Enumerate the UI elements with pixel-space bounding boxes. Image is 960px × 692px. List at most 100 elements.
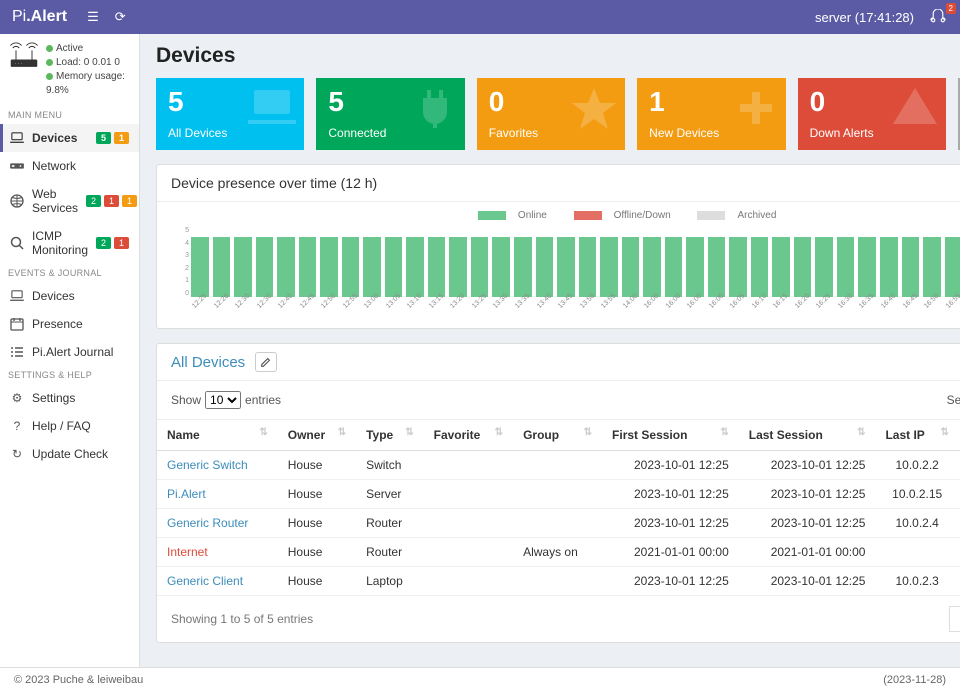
laptop-icon: [10, 132, 24, 144]
sidebar-label: ICMP Monitoring: [32, 229, 88, 257]
sidebar-label: Devices: [32, 131, 77, 145]
refresh-icon: ↻: [10, 447, 24, 461]
col-last-ip[interactable]: Last IP⇅: [875, 420, 958, 451]
sidebar-label: Devices: [32, 289, 75, 303]
show-label: Show: [171, 393, 201, 407]
device-name-link[interactable]: Generic Switch: [157, 451, 278, 480]
chart-bar: [923, 237, 941, 297]
laptop-icon: [10, 290, 24, 302]
chart-bar: [643, 237, 661, 297]
col-owner[interactable]: Owner⇅: [278, 420, 356, 451]
sidebar: Active Load: 0 0.01 0 Memory usage: 9.8%…: [0, 34, 140, 667]
chart-bar: [902, 237, 920, 297]
scan-icon[interactable]: 2: [928, 9, 948, 25]
server-label[interactable]: server (17:41:28): [815, 10, 914, 25]
col-first-session[interactable]: First Session⇅: [602, 420, 739, 451]
footer-right: (2023-11-28): [883, 674, 946, 686]
sidebar-item-presence[interactable]: Presence: [0, 310, 139, 338]
sidebar-item-settings[interactable]: ⚙ Settings: [0, 384, 139, 412]
refresh-icon[interactable]: ⟳: [115, 9, 126, 25]
tile-connected[interactable]: 5Connected: [316, 78, 464, 150]
sidebar-label: Web Services: [32, 187, 78, 215]
sidebar-item-web[interactable]: Web Services 211: [0, 180, 139, 222]
col-group[interactable]: Group⇅: [513, 420, 602, 451]
col-type[interactable]: Type⇅: [356, 420, 424, 451]
chart-bar: [686, 237, 704, 297]
pagesize-select[interactable]: 10: [205, 391, 241, 409]
menu-header-events: EVENTS & JOURNAL: [0, 264, 139, 282]
chart-bar: [449, 237, 467, 297]
device-name-link[interactable]: Generic Client: [157, 567, 278, 596]
chart-bar: [191, 237, 209, 297]
sidebar-item-network[interactable]: Network: [0, 152, 139, 180]
edit-columns-button[interactable]: [255, 352, 277, 372]
summary-tiles: 5All Devices5Connected0Favorites1New Dev…: [156, 78, 960, 150]
table-row: Generic ClientHouseLaptop2023-10-01 12:2…: [157, 567, 960, 596]
col-favorite[interactable]: Favorite⇅: [424, 420, 513, 451]
devices-table-panel: All Devices Show 10 entries Search: Name…: [156, 343, 960, 643]
menu-toggle-icon[interactable]: ☰: [87, 9, 99, 25]
sidebar-item-update[interactable]: ↻ Update Check: [0, 440, 139, 468]
chart-panel: Device presence over time (12 h) Online …: [156, 164, 960, 329]
sidebar-item-journal[interactable]: Pi.Alert Journal: [0, 338, 139, 366]
chart-bar: [600, 237, 618, 297]
entries-label: entries: [245, 393, 281, 407]
table-row: InternetHouseRouterAlways on2021-01-01 0…: [157, 538, 960, 567]
globe-icon: [10, 194, 24, 208]
chart-bar: [708, 237, 726, 297]
page-title: Devices: [156, 44, 960, 68]
tile-down-alerts[interactable]: 0Down Alerts: [798, 78, 946, 150]
chart-legend: Online Offline/Down Archived: [171, 210, 960, 223]
device-name-link[interactable]: Internet: [157, 538, 278, 567]
chart-bar: [665, 237, 683, 297]
top-header: Pi.Alert ☰ ⟳ server (17:41:28) 2: [0, 0, 960, 34]
chart-bar: [815, 237, 833, 297]
sidebar-label: Update Check: [32, 447, 108, 461]
prev-button[interactable]: Previous: [949, 606, 960, 632]
tab-all-devices[interactable]: All Devices: [171, 354, 245, 371]
chart-bar: [622, 237, 640, 297]
chart-bar: [406, 237, 424, 297]
bar-chart: 543210: [171, 227, 960, 297]
network-icon: [10, 160, 24, 172]
col-last-session[interactable]: Last Session⇅: [739, 420, 876, 451]
chart-bar: [256, 237, 274, 297]
footer-left: © 2023 Puche & leiweibau: [14, 674, 143, 686]
chart-bar: [945, 237, 960, 297]
chart-bar: [579, 237, 597, 297]
chart-bar: [213, 237, 231, 297]
help-icon: ?: [10, 419, 24, 433]
tile-all-devices[interactable]: 5All Devices: [156, 78, 304, 150]
chart-bar: [751, 237, 769, 297]
calendar-icon: [10, 317, 24, 331]
tile-new-devices[interactable]: 1New Devices: [637, 78, 785, 150]
sidebar-label: Help / FAQ: [32, 419, 91, 433]
chart-bar: [471, 237, 489, 297]
gear-icon: ⚙: [10, 391, 24, 405]
chart-bar: [277, 237, 295, 297]
table-info: Showing 1 to 5 of 5 entries: [171, 612, 313, 626]
chart-bar: [729, 237, 747, 297]
chart-bar: [234, 237, 252, 297]
sidebar-label: Network: [32, 159, 76, 173]
chart-bar: [536, 237, 554, 297]
sidebar-item-icmp[interactable]: ICMP Monitoring 21: [0, 222, 139, 264]
antenna-icon: [8, 42, 40, 98]
col-name[interactable]: Name⇅: [157, 420, 278, 451]
system-status: Active Load: 0 0.01 0 Memory usage: 9.8%: [0, 34, 139, 106]
sidebar-item-devices[interactable]: Devices 51: [0, 124, 139, 152]
device-name-link[interactable]: Pi.Alert: [157, 480, 278, 509]
chart-bar: [428, 237, 446, 297]
search-label: Search:: [947, 393, 960, 407]
tile-favorites[interactable]: 0Favorites: [477, 78, 625, 150]
chart-xaxis: 12:2512:2612:3012:3012:4012:4512:5012:55…: [171, 299, 960, 306]
logo[interactable]: Pi.Alert: [12, 8, 67, 26]
chart-bar: [363, 237, 381, 297]
sidebar-item-help[interactable]: ? Help / FAQ: [0, 412, 139, 440]
sidebar-label: Settings: [32, 391, 75, 405]
sidebar-item-devices2[interactable]: Devices: [0, 282, 139, 310]
chart-bar: [557, 237, 575, 297]
device-name-link[interactable]: Generic Router: [157, 509, 278, 538]
chart-bar: [320, 237, 338, 297]
table-row: Generic RouterHouseRouter2023-10-01 12:2…: [157, 509, 960, 538]
